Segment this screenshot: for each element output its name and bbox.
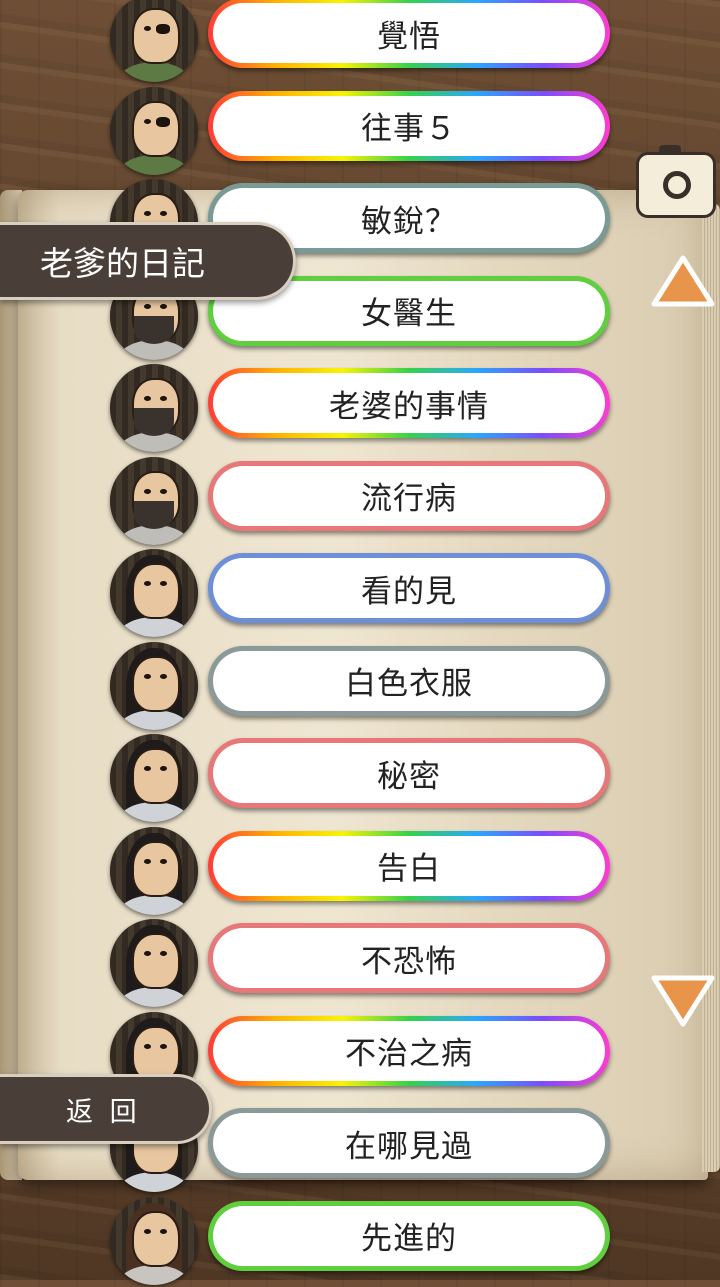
entry-label: 覺悟 xyxy=(213,3,605,63)
entry-label: 先進的 xyxy=(213,1205,605,1266)
entry-button[interactable]: 流行病 xyxy=(208,460,610,531)
camera-lens-icon xyxy=(663,171,691,199)
entry-button[interactable]: 在哪見過 xyxy=(208,1108,610,1178)
entry-button[interactable]: 先進的 xyxy=(208,1200,610,1271)
list-item[interactable]: 不恐怖 xyxy=(104,917,616,1009)
entry-button[interactable]: 老婆的事情 xyxy=(208,368,610,438)
avatar xyxy=(110,456,198,545)
entry-label: 白色衣服 xyxy=(213,650,605,711)
entry-label: 告白 xyxy=(213,835,605,896)
page-title: 老爹的日記 xyxy=(0,222,296,300)
entry-button[interactable]: 白色衣服 xyxy=(208,645,610,716)
list-item[interactable]: 先進的 xyxy=(104,1195,616,1287)
scroll-down-arrow-icon[interactable] xyxy=(650,972,716,1028)
entry-button[interactable]: 看的見 xyxy=(208,553,610,623)
camera-top-icon xyxy=(659,145,681,155)
list-item[interactable]: 覺悟 xyxy=(104,0,616,84)
list-item[interactable]: 流行病 xyxy=(104,455,616,547)
avatar xyxy=(110,86,198,175)
scroll-up-arrow-icon[interactable] xyxy=(650,254,716,310)
camera-icon[interactable] xyxy=(636,145,716,218)
avatar xyxy=(110,826,198,915)
avatar xyxy=(110,1196,198,1285)
entry-button[interactable]: 告白 xyxy=(208,830,610,901)
list-item[interactable]: 告白 xyxy=(104,825,616,917)
list-item[interactable]: 秘密 xyxy=(104,732,616,824)
back-button[interactable]: 返 回 xyxy=(0,1074,212,1144)
list-item[interactable]: 白色衣服 xyxy=(104,640,616,732)
avatar xyxy=(110,0,198,82)
entry-button[interactable]: 覺悟 xyxy=(208,0,610,68)
entry-label: 在哪見過 xyxy=(213,1113,605,1173)
entry-button[interactable]: 秘密 xyxy=(208,738,610,808)
entry-label: 往事５ xyxy=(213,95,605,156)
entry-label: 不治之病 xyxy=(213,1020,605,1081)
entry-button[interactable]: 不治之病 xyxy=(208,1015,610,1086)
list-item[interactable]: 看的見 xyxy=(104,547,616,639)
entry-label: 秘密 xyxy=(213,743,605,803)
entry-button[interactable]: 往事５ xyxy=(208,90,610,161)
entry-label: 老婆的事情 xyxy=(213,373,605,433)
avatar xyxy=(110,919,198,1007)
entry-label: 不恐怖 xyxy=(213,928,605,988)
list-item[interactable]: 老婆的事情 xyxy=(104,362,616,454)
avatar xyxy=(110,734,198,822)
entry-button[interactable]: 不恐怖 xyxy=(208,923,610,993)
avatar xyxy=(110,641,198,730)
entry-label: 流行病 xyxy=(213,465,605,526)
avatar xyxy=(110,549,198,637)
entry-label: 看的見 xyxy=(213,558,605,618)
list-item[interactable]: 往事５ xyxy=(104,85,616,177)
avatar xyxy=(110,364,198,452)
